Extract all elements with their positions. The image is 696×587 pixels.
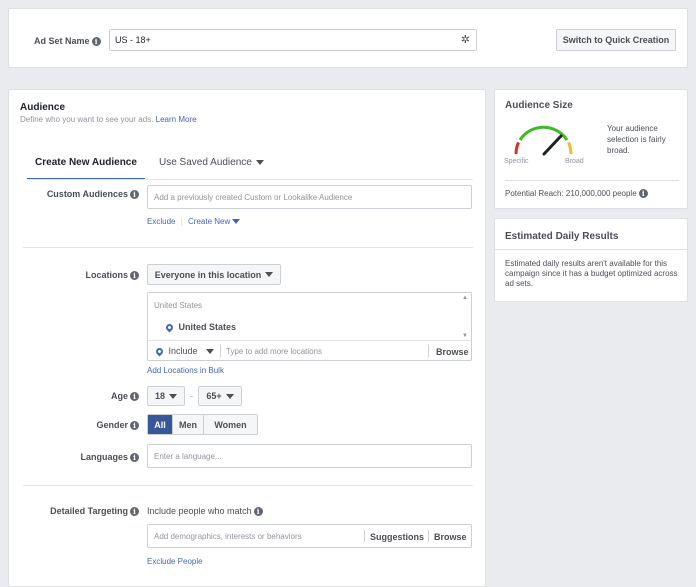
detailed-browse-button[interactable]: Browse [434, 532, 467, 542]
info-icon: i [130, 507, 139, 517]
info-icon: i [638, 189, 648, 199]
tabs-divider [27, 179, 473, 180]
gear-icon[interactable]: ✲ [461, 33, 470, 46]
audience-size-description: Your audience selection is fairly broad. [607, 124, 666, 155]
exclude-link[interactable]: Exclude [147, 217, 175, 226]
section-divider [23, 485, 473, 486]
section-divider [23, 247, 473, 248]
gender-all-button[interactable]: All [148, 415, 173, 434]
location-search-input[interactable]: Type to add more locations [226, 347, 322, 356]
tab-use-saved-audience[interactable]: Use Saved Audience [159, 157, 264, 168]
include-people-text: Include people who match i [147, 506, 263, 517]
include-dropdown[interactable]: Include [154, 346, 214, 357]
add-locations-bulk-link[interactable]: Add Locations in Bulk [147, 366, 224, 375]
audience-card: Audience Define who you want to see your… [8, 89, 486, 587]
location-type-dropdown[interactable]: Everyone in this location [147, 264, 281, 285]
tab-create-new-audience[interactable]: Create New Audience [27, 152, 145, 180]
info-icon: i [130, 453, 139, 463]
audience-size-card: Audience Size Specific Broad Your audien… [494, 89, 688, 209]
estimated-results-text: Estimated daily results aren't available… [505, 259, 678, 288]
adset-name-card: Ad Set Name i US - 18+ ✲ Switch to Quick … [8, 8, 688, 68]
info-icon: i [130, 421, 139, 431]
audience-subtitle: Define who you want to see your ads. Lea… [20, 115, 197, 124]
suggestions-button[interactable]: Suggestions [370, 532, 424, 542]
location-pin-icon [164, 322, 175, 333]
estimated-results-title: Estimated Daily Results [505, 231, 619, 242]
location-scrollbar[interactable]: ▲ ▼ [462, 295, 468, 339]
info-icon: i [130, 392, 139, 402]
languages-label: Languages i [19, 452, 139, 463]
age-min-dropdown[interactable]: 18 [147, 386, 185, 406]
chevron-down-icon [169, 393, 177, 399]
location-item[interactable]: United States [164, 322, 236, 333]
audience-title: Audience [20, 102, 66, 113]
gauge-specific-label: Specific [504, 158, 529, 165]
chevron-down-icon [225, 393, 234, 399]
gender-women-button[interactable]: Women [204, 415, 257, 434]
info-icon: i [130, 271, 139, 281]
info-icon: i [253, 507, 263, 517]
learn-more-link[interactable]: Learn More [156, 115, 197, 124]
chevron-down-icon [232, 219, 241, 225]
info-icon: i [130, 190, 139, 200]
age-max-dropdown[interactable]: 65+ [198, 386, 242, 406]
locations-label: Locations i [19, 270, 139, 281]
custom-audience-links: Exclude | Create New [147, 217, 241, 226]
exclude-people-link[interactable]: Exclude People [147, 557, 203, 566]
locations-box: United States United States ▲ ▼ Include … [147, 292, 472, 361]
location-pin-icon [154, 346, 165, 357]
detailed-targeting-label: Detailed Targeting i [19, 506, 139, 517]
estimated-results-card: Estimated Daily Results Estimated daily … [494, 218, 688, 302]
location-browse-button[interactable]: Browse [436, 347, 469, 357]
adset-name-label: Ad Set Name i [34, 36, 101, 47]
info-icon: i [91, 37, 101, 47]
create-new-link[interactable]: Create New [188, 217, 230, 226]
chevron-down-icon [255, 159, 264, 165]
gender-label: Gender i [19, 420, 139, 431]
adset-name-input[interactable]: US - 18+ ✲ [109, 29, 477, 51]
gender-men-button[interactable]: Men [173, 415, 204, 434]
potential-reach: Potential Reach: 210,000,000 people i [505, 189, 648, 199]
chevron-down-icon [205, 349, 214, 355]
custom-audiences-input[interactable]: Add a previously created Custom or Looka… [147, 185, 472, 209]
detailed-targeting-input[interactable]: Add demographics, interests or behaviors… [147, 524, 472, 548]
age-label: Age i [19, 391, 139, 402]
chevron-down-icon [265, 272, 274, 277]
switch-quick-creation-button[interactable]: Switch to Quick Creation [556, 29, 676, 51]
languages-input[interactable]: Enter a language... [147, 444, 472, 468]
gender-selector: All Men Women [147, 414, 258, 435]
custom-audiences-label: Custom Audiences i [19, 189, 139, 200]
audience-gauge [514, 125, 573, 156]
gauge-broad-label: Broad [565, 158, 584, 165]
audience-size-title: Audience Size [505, 100, 573, 111]
